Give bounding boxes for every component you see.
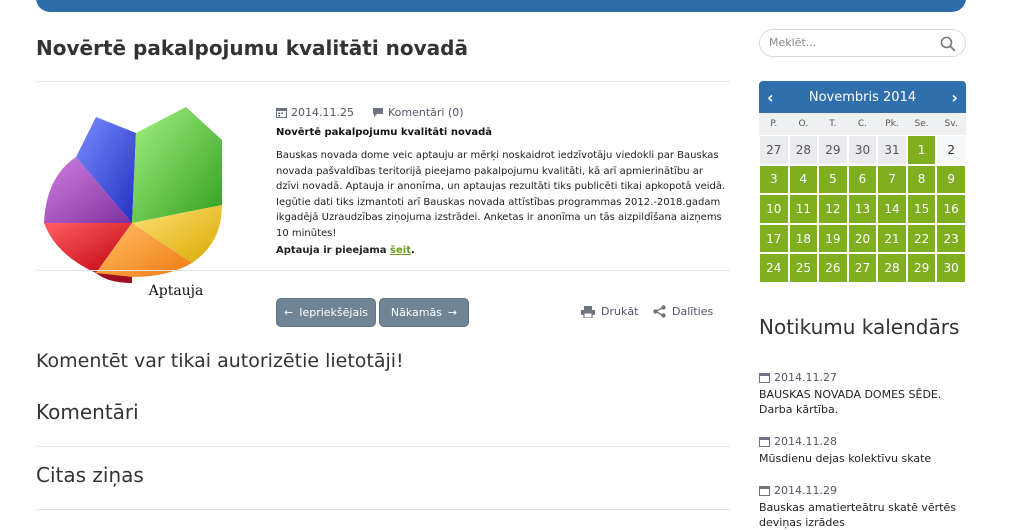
event-item[interactable]: 2014.11.27 BAUSKAS NOVADA DOMES SĒDE. Da…	[759, 371, 966, 417]
calendar-weekday: O.	[788, 113, 819, 135]
event-date: 2014.11.27	[759, 371, 966, 384]
divider	[36, 446, 730, 447]
calendar-day[interactable]: 15	[906, 194, 937, 224]
calendar-day[interactable]: 8	[906, 164, 937, 195]
calendar-icon	[759, 486, 770, 496]
event-date: 2014.11.28	[759, 435, 966, 448]
chevron-right-icon[interactable]: ›	[951, 88, 958, 107]
arrow-right-icon: →	[447, 306, 458, 319]
calendar-day: 2	[936, 135, 966, 165]
event-title[interactable]: Mūsdienu dejas kolektīvu skate	[759, 451, 966, 466]
article-subtitle: Novērtē pakalpojumu kvalitāti novadā	[276, 127, 492, 138]
calendar-day[interactable]: 3	[759, 164, 789, 195]
event-title[interactable]: Bauskas amatierteātru skatē vērtēs deviņ…	[759, 500, 966, 530]
calendar-icon	[759, 373, 770, 383]
share-icon	[653, 305, 666, 318]
calendar-day[interactable]: 18	[788, 223, 819, 254]
print-button[interactable]: Drukāt	[581, 305, 638, 318]
calendar-weekday: T.	[818, 113, 848, 135]
calendar-day[interactable]: 4	[788, 164, 819, 195]
divider	[36, 81, 730, 82]
prev-button[interactable]: ← Iepriekšējais	[276, 298, 376, 327]
event-date: 2014.11.29	[759, 484, 966, 497]
calendar-day[interactable]: 30	[936, 253, 966, 283]
divider	[36, 509, 730, 510]
calendar-day[interactable]: 23	[936, 223, 966, 254]
event-item[interactable]: 2014.11.29 Bauskas amatierteātru skatē v…	[759, 484, 966, 530]
calendar-icon	[276, 108, 287, 118]
calendar-day[interactable]: 19	[818, 223, 848, 254]
calendar-day[interactable]: 1	[906, 135, 937, 165]
image-caption: Aptauja	[148, 283, 204, 299]
calendar-day: 28	[788, 135, 819, 165]
calendar-day[interactable]: 22	[906, 223, 937, 254]
top-nav-bar	[36, 0, 966, 12]
calendar-day[interactable]: 17	[759, 223, 789, 254]
calendar-weekday: P.	[759, 113, 789, 135]
page-title: Novērtē pakalpojumu kvalitāti novadā	[36, 36, 468, 60]
article-date: 2014.11.25	[276, 106, 354, 119]
calendar-day[interactable]: 29	[906, 253, 937, 283]
article-body: Bauskas novada dome veic aptauju ar mērķ…	[276, 150, 726, 239]
calendar-header: ‹ Novembris 2014 ›	[759, 81, 966, 113]
calendar-weekday: Se.	[906, 113, 937, 135]
calendar-weekday: C.	[847, 113, 878, 135]
calendar-day: 30	[847, 135, 878, 165]
pie-chart-illustration	[44, 107, 222, 283]
calendar-day[interactable]: 7	[877, 164, 907, 195]
calendar-day[interactable]: 5	[818, 164, 848, 195]
calendar-weekday: Sv.	[936, 113, 966, 135]
calendar-weekday: Pk.	[877, 113, 907, 135]
survey-link[interactable]: šeit	[390, 245, 411, 256]
calendar-month: Novembris 2014	[808, 89, 917, 105]
chevron-left-icon[interactable]: ‹	[767, 88, 774, 107]
comment-icon	[372, 108, 383, 117]
calendar-day[interactable]: 12	[818, 194, 848, 224]
calendar-day: 29	[818, 135, 848, 165]
event-item[interactable]: 2014.11.28 Mūsdienu dejas kolektīvu skat…	[759, 435, 966, 466]
calendar-day[interactable]: 11	[788, 194, 819, 224]
calendar-day[interactable]: 25	[788, 253, 819, 283]
calendar-day[interactable]: 28	[877, 253, 907, 283]
events-heading: Notikumu kalendārs	[759, 315, 960, 339]
comment-notice: Komentēt var tikai autorizētie lietotāji…	[36, 350, 404, 372]
calendar-day[interactable]: 26	[818, 253, 848, 283]
calendar-grid: P. O. T. C. Pk. Se. Sv. 27 28 29 30 31 1 2 3 4 5 6 7 8 9 10 11…	[759, 113, 966, 283]
calendar-icon	[759, 437, 770, 447]
calendar-day[interactable]: 20	[847, 223, 878, 254]
article-meta: 2014.11.25 Komentāri (0)	[276, 106, 464, 119]
printer-icon	[581, 305, 595, 318]
search-icon[interactable]	[940, 36, 956, 52]
calendar-day: 27	[759, 135, 789, 165]
calendar-day[interactable]: 27	[847, 253, 878, 283]
calendar-day[interactable]: 24	[759, 253, 789, 283]
calendar-day[interactable]: 14	[877, 194, 907, 224]
calendar-day[interactable]: 21	[877, 223, 907, 254]
calendar-day[interactable]: 6	[847, 164, 878, 195]
survey-availability: Aptauja ir pieejama šeit.	[276, 245, 415, 256]
calendar-day: 31	[877, 135, 907, 165]
article-image	[36, 105, 256, 305]
arrow-left-icon: ←	[283, 306, 294, 319]
search-box	[759, 29, 966, 57]
other-news-heading: Citas ziņas	[36, 463, 144, 487]
share-button[interactable]: Dalīties	[653, 305, 713, 318]
calendar-day[interactable]: 16	[936, 194, 966, 224]
comments-heading: Komentāri	[36, 400, 139, 424]
event-title[interactable]: BAUSKAS NOVADA DOMES SĒDE. Darba kārtība…	[759, 387, 966, 417]
calendar-widget: ‹ Novembris 2014 › P. O. T. C. Pk. Se. Sv. 27 28…	[759, 81, 966, 283]
calendar-day[interactable]: 13	[847, 194, 878, 224]
search-input[interactable]	[769, 36, 929, 49]
next-button[interactable]: Nākamās →	[379, 298, 469, 327]
divider	[36, 270, 730, 271]
comments-link[interactable]: Komentāri (0)	[372, 106, 464, 119]
calendar-day[interactable]: 9	[936, 164, 966, 195]
calendar-day[interactable]: 10	[759, 194, 789, 224]
